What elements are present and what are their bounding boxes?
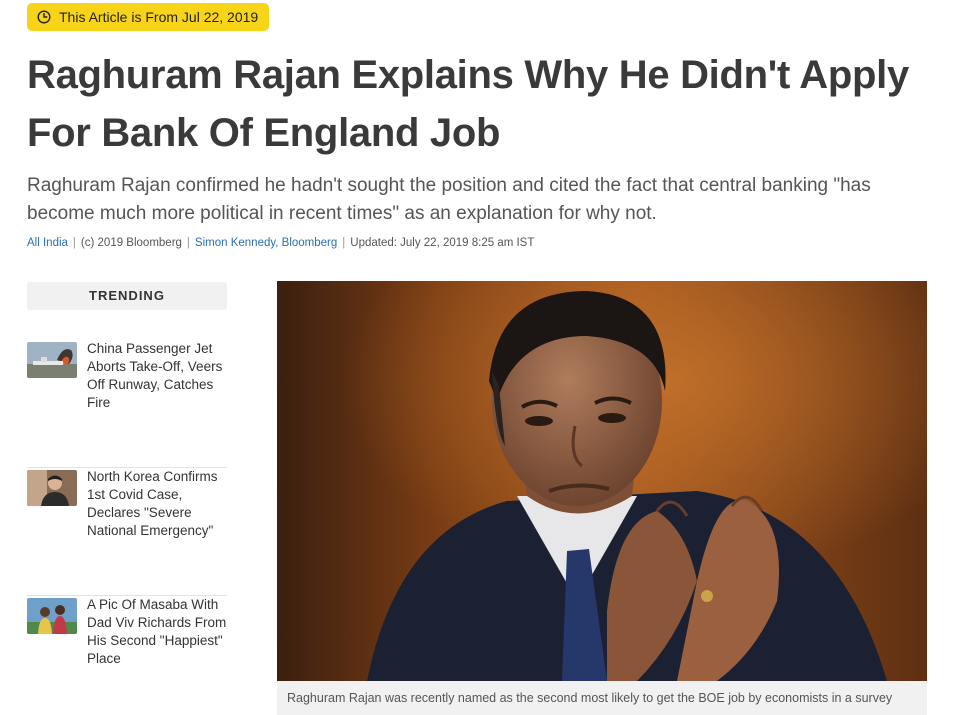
trending-heading: TRENDING [27,282,227,310]
photo-caption: Raghuram Rajan was recently named as the… [277,681,927,715]
article-summary: Raghuram Rajan confirmed he hadn't sough… [27,175,871,224]
updated-timestamp: Updated: July 22, 2019 8:25 am IST [350,237,535,249]
trending-title[interactable]: North Korea Confirms 1st Covid Case, Dec… [87,468,227,595]
trending-item[interactable]: North Korea Confirms 1st Covid Case, Dec… [27,468,227,596]
clock-icon [37,10,51,24]
byline-separator: | [72,237,76,249]
trending-item[interactable]: A Pic Of Masaba With Dad Viv Richards Fr… [27,596,227,715]
category-link[interactable]: All India [27,237,68,249]
trending-title[interactable]: A Pic Of Masaba With Dad Viv Richards Fr… [87,596,227,715]
article-page: This Article is From Jul 22, 2019 Raghur… [0,0,962,715]
copyright-text: (c) 2019 Bloomberg [80,237,182,249]
trending-thumbnail[interactable] [27,598,77,634]
article-photo [277,281,927,681]
article-headline: Raghuram Rajan Explains Why He Didn't Ap… [27,53,909,155]
trending-sidebar: TRENDING China Passenger Jet Aborts Take… [27,282,227,666]
byline-separator: | [342,237,346,249]
trending-title[interactable]: China Passenger Jet Aborts Take-Off, Vee… [87,340,227,467]
trending-thumbnail[interactable] [27,470,77,506]
article-byline: All India | (c) 2019 Bloomberg | Simon K… [27,237,534,249]
date-badge-text: This Article is From Jul 22, 2019 [59,9,259,25]
trending-list: China Passenger Jet Aborts Take-Off, Vee… [27,340,227,715]
article-date-badge: This Article is From Jul 22, 2019 [27,3,270,31]
author-link[interactable]: Simon Kennedy, Bloomberg [195,237,337,249]
trending-item[interactable]: China Passenger Jet Aborts Take-Off, Vee… [27,340,227,468]
byline-separator: | [186,237,190,249]
trending-thumbnail[interactable] [27,342,77,378]
